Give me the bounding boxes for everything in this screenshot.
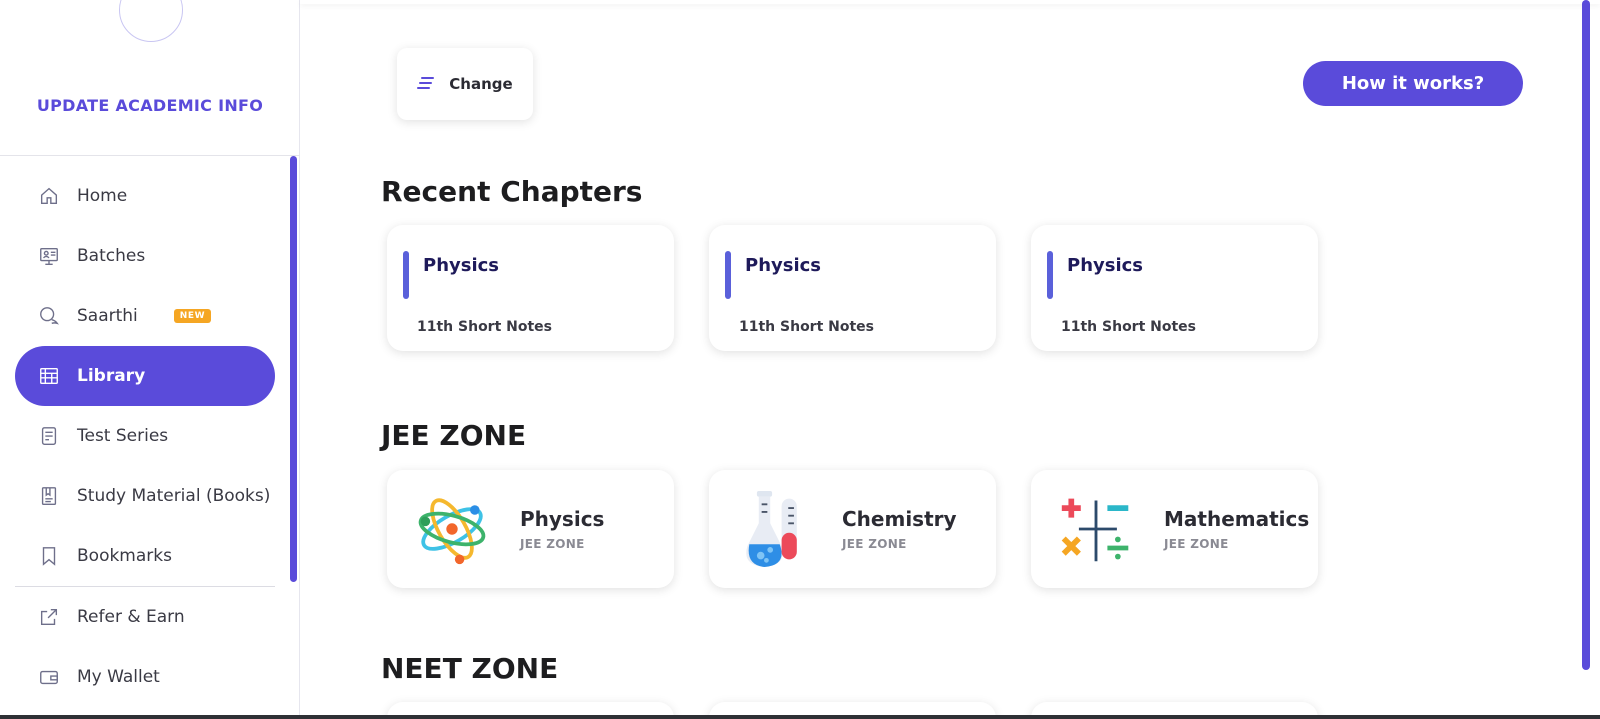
update-academic-info-link[interactable]: UPDATE ACADEMIC INFO (0, 96, 300, 115)
main-content: Change How it works? Recent Chapters Phy… (300, 0, 1600, 719)
chapter-subject: Physics (745, 255, 822, 276)
change-button-label: Change (449, 75, 513, 93)
recent-chapters-row: Physics 11th Short Notes Physics 11th Sh… (387, 225, 1318, 351)
chapter-name: 11th Short Notes (739, 319, 875, 335)
zone-card-title: Chemistry (842, 507, 957, 531)
sidebar-item-wallet[interactable]: My Wallet (15, 647, 275, 707)
chat-bubbles-icon (37, 304, 61, 328)
sidebar-item-label: Study Material (Books) (77, 486, 271, 506)
zone-card-title: Mathematics (1164, 507, 1310, 531)
sidebar-item-label: My Wallet (77, 667, 160, 687)
jee-zone-heading: JEE ZONE (381, 419, 527, 452)
jee-mathematics-card[interactable]: Mathematics JEE ZONE (1031, 470, 1318, 588)
sidebar-item-batches[interactable]: Batches (15, 226, 275, 286)
main-scrollbar[interactable] (1582, 0, 1590, 670)
flask-icon (736, 487, 812, 571)
bookmark-icon (37, 544, 61, 568)
zone-card-text: Chemistry JEE ZONE (842, 507, 957, 551)
app-root: UPDATE ACADEMIC INFO Home Batches Saarth… (0, 0, 1600, 719)
sidebar-item-label: Bookmarks (77, 546, 172, 566)
menu-lines-icon (417, 75, 435, 94)
jee-zone-row: Physics JEE ZONE Chemistry JEE ZONE Math… (387, 470, 1318, 588)
window-bottom-edge (0, 715, 1600, 719)
sidebar-divider (0, 155, 300, 156)
recent-chapter-card[interactable]: Physics 11th Short Notes (1031, 225, 1318, 351)
chapter-name: 11th Short Notes (417, 319, 553, 335)
sidebar-item-label: Test Series (77, 426, 169, 446)
card-accent-bar (725, 251, 731, 299)
zone-card-subtitle: JEE ZONE (842, 537, 907, 551)
jee-physics-card[interactable]: Physics JEE ZONE (387, 470, 674, 588)
sidebar-item-label: Saarthi (77, 306, 138, 326)
sidebar-item-saarthi[interactable]: Saarthi NEW (15, 286, 275, 346)
sidebar-scrollbar[interactable] (290, 156, 297, 582)
batches-icon (37, 244, 61, 268)
zone-card-text: Mathematics JEE ZONE (1164, 507, 1309, 551)
zone-card-text: Physics JEE ZONE (520, 507, 604, 551)
sidebar-item-refer-earn[interactable]: Refer & Earn (15, 587, 275, 647)
top-bar-shadow (300, 0, 1600, 4)
chapter-name: 11th Short Notes (1061, 319, 1197, 335)
home-icon (37, 184, 61, 208)
chapter-subject: Physics (423, 255, 500, 276)
neet-zone-heading: NEET ZONE (381, 652, 559, 685)
sidebar-item-test-series[interactable]: Test Series (15, 406, 275, 466)
atom-icon (414, 487, 490, 571)
zone-card-title: Physics (520, 507, 605, 531)
card-accent-bar (1047, 251, 1053, 299)
zone-card-subtitle: JEE ZONE (1164, 537, 1229, 551)
sidebar-nav: Home Batches Saarthi NEW Library Test Se… (15, 166, 275, 707)
share-icon (37, 605, 61, 629)
sidebar: UPDATE ACADEMIC INFO Home Batches Saarth… (0, 0, 300, 719)
sidebar-item-label: Home (77, 186, 128, 206)
book-icon (37, 484, 61, 508)
jee-chemistry-card[interactable]: Chemistry JEE ZONE (709, 470, 996, 588)
sidebar-item-bookmarks[interactable]: Bookmarks (15, 526, 275, 586)
recent-chapter-card[interactable]: Physics 11th Short Notes (387, 225, 674, 351)
card-accent-bar (403, 251, 409, 299)
sidebar-item-library[interactable]: Library (15, 346, 275, 406)
how-it-works-button[interactable]: How it works? (1303, 61, 1523, 106)
sidebar-item-label: Batches (77, 246, 146, 266)
change-button[interactable]: Change (397, 48, 533, 120)
sidebar-item-home[interactable]: Home (15, 166, 275, 226)
avatar[interactable] (119, 0, 183, 42)
recent-chapter-card[interactable]: Physics 11th Short Notes (709, 225, 996, 351)
test-series-icon (37, 424, 61, 448)
chapter-subject: Physics (1067, 255, 1144, 276)
sidebar-item-label: Library (77, 366, 146, 386)
math-symbols-icon (1058, 487, 1134, 571)
sidebar-item-label: Refer & Earn (77, 607, 185, 627)
library-icon (37, 364, 61, 388)
zone-card-subtitle: JEE ZONE (520, 537, 585, 551)
wallet-icon (37, 665, 61, 689)
sidebar-item-study-material[interactable]: Study Material (Books) (15, 466, 275, 526)
new-badge: NEW (173, 309, 212, 323)
recent-chapters-heading: Recent Chapters (381, 175, 643, 208)
